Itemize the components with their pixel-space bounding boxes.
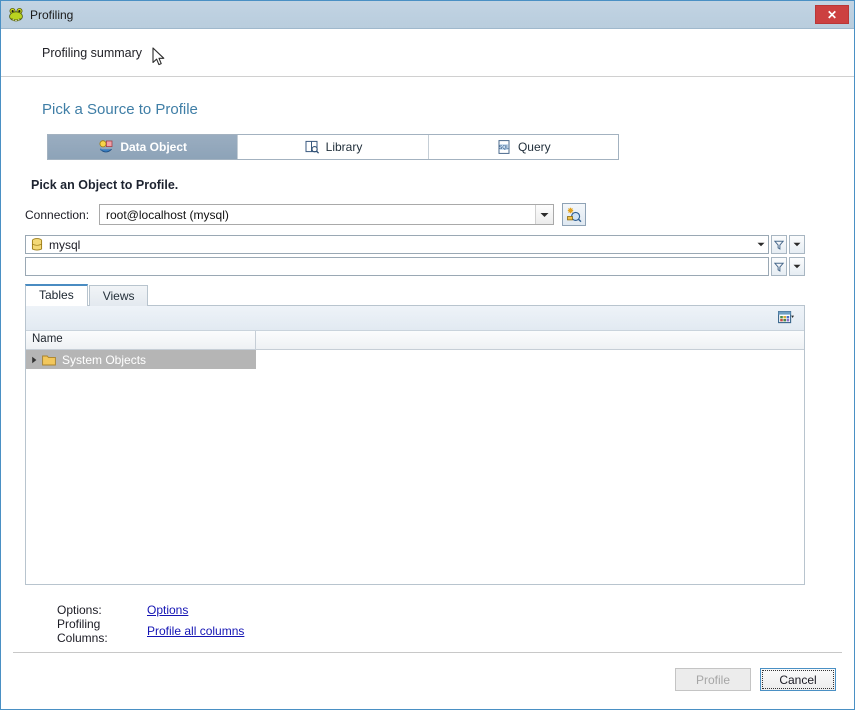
column-header-name[interactable]: Name [26,331,256,349]
library-book-icon [305,140,319,154]
filter-funnel-icon [774,262,784,272]
connection-value: root@localhost (mysql) [106,207,229,222]
tab-library-label: Library [325,140,363,154]
tab-query-label: Query [517,140,551,154]
object-grid: Name System Objects [25,305,805,585]
tab-tables[interactable]: Tables [25,284,88,306]
frog-icon [9,7,23,21]
schema-filter-dropdown[interactable] [789,235,805,254]
schema-filter-button[interactable] [771,235,787,254]
profile-button[interactable]: Profile [675,668,751,691]
profile-all-columns-link[interactable]: Profile all columns [147,624,244,638]
filter-row [25,257,805,276]
options-line: Options: Options [57,599,805,620]
tab-library[interactable]: Library [238,135,429,159]
profiling-dialog: Profiling ✕ Profiling summary Pick a Sou… [0,0,855,710]
connection-row: Connection: root@localhost (mysql) [25,203,830,226]
chevron-down-icon [793,242,801,247]
column-header-blank [256,331,804,349]
table-row-content[interactable]: System Objects [26,350,256,369]
cancel-button[interactable]: Cancel [760,668,836,691]
profiling-columns-line: Profiling Columns: Profile all columns [57,617,805,645]
tab-data-object-label: Data Object [120,140,187,154]
source-tab-strip: Data Object Library SQL Query [47,134,619,160]
profiling-columns-label: Profiling Columns: [57,616,108,645]
options-label: Options: [57,602,102,617]
chevron-down-icon [535,205,553,224]
object-picker-panel: mysql Tables Views Name System Objects O… [25,235,805,645]
schema-row: mysql [25,235,805,254]
window-title: Profiling [30,7,74,22]
folder-icon [42,355,56,365]
dialog-footer: Profile Cancel [675,668,836,691]
grid-tab-strip: Tables Views [25,284,805,306]
tab-query[interactable]: SQL Query [428,135,618,159]
chevron-down-icon [753,236,768,253]
grid-columns-icon [778,311,794,324]
dialog-content: Pick a Source to Profile Data Object Lib… [1,77,854,709]
object-section-title: Pick an Object to Profile. [31,178,179,192]
page-title: Profiling summary [42,45,143,60]
filter-funnel-icon [774,240,784,250]
page-header-bar: Profiling summary [1,29,854,77]
tab-views[interactable]: Views [88,285,149,306]
new-connection-button[interactable] [562,203,586,226]
options-link[interactable]: Options [147,603,188,617]
object-filter-button[interactable] [771,257,787,276]
source-section-title: Pick a Source to Profile [42,101,198,118]
table-row[interactable]: System Objects [26,350,804,369]
schema-value: mysql [49,237,81,252]
svg-text:SQL: SQL [499,145,509,151]
chevron-down-icon [793,264,801,269]
grid-body: System Objects [26,350,804,584]
grid-toolbar [26,306,804,331]
connection-label: Connection: [25,207,90,222]
schema-select[interactable]: mysql [25,235,769,254]
sql-query-icon: SQL [498,140,510,154]
window-titlebar: Profiling ✕ [1,1,854,29]
footer-divider [13,652,842,653]
tab-data-object[interactable]: Data Object [48,135,239,159]
close-icon[interactable]: ✕ [815,5,849,24]
table-row-name: System Objects [62,352,147,367]
database-icon [31,237,43,251]
new-connection-icon [567,207,582,222]
grid-header-row: Name [26,331,804,350]
object-filter-dropdown[interactable] [789,257,805,276]
options-block: Options: Options Profiling Columns: Prof… [57,599,805,645]
expand-triangle-icon[interactable] [26,356,42,364]
connection-select[interactable]: root@localhost (mysql) [99,204,554,225]
column-chooser-button[interactable] [773,309,799,327]
object-filter-input[interactable] [25,257,769,276]
data-object-icon [99,140,113,153]
